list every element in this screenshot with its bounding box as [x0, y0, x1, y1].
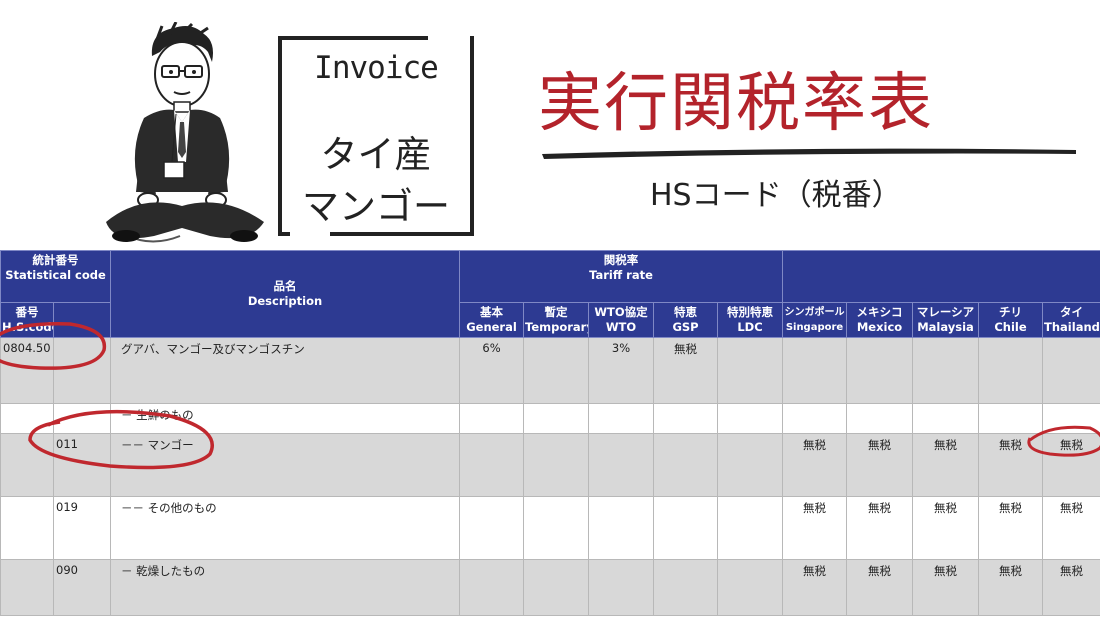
general-rate-cell	[459, 559, 525, 616]
hs-code-cell	[0, 433, 54, 497]
ldc-rate-cell	[717, 559, 784, 616]
invoice-label: Invoice	[314, 50, 439, 86]
col-wto-header: WTO協定 WTO	[588, 302, 655, 338]
ldc-rate-cell	[717, 433, 784, 497]
chile-rate-cell	[978, 337, 1044, 404]
col-general-header: 基本 General	[459, 302, 525, 338]
mexico-rate-cell	[846, 337, 914, 404]
chile-rate-cell: 無税	[978, 559, 1044, 616]
description-cell: － 生鮮のもの	[110, 403, 461, 434]
general-rate-cell	[459, 403, 525, 434]
temporary-rate-cell	[523, 433, 590, 497]
chile-rate-cell: 無税	[978, 496, 1044, 560]
malaysia-rate-cell	[912, 403, 980, 434]
description-cell: － 乾燥したもの	[110, 559, 461, 616]
wto-rate-cell	[588, 496, 655, 560]
description-header: 品名 Description	[110, 250, 461, 338]
wto-rate-cell	[588, 403, 655, 434]
col-gsp-header: 特恵 GSP	[653, 302, 719, 338]
malaysia-rate-cell: 無税	[912, 559, 980, 616]
stat-code-cell: 019	[52, 496, 112, 560]
wto-rate-cell	[588, 559, 655, 616]
stat-code-cell: 090	[52, 559, 112, 616]
singapore-rate-cell: 無税	[782, 496, 848, 560]
title-underline	[542, 148, 1076, 159]
table-row: 090 － 乾燥したもの 無税 無税 無税 無税 無税	[0, 559, 1100, 616]
stat-code-header: 統計番号 Statistical code	[0, 250, 112, 303]
invoice-origin: タイ産	[320, 133, 432, 176]
stat-sub-header	[52, 302, 112, 338]
gsp-rate-cell: 無税	[653, 337, 719, 404]
mexico-rate-cell: 無税	[846, 559, 914, 616]
general-rate-cell	[459, 496, 525, 560]
col-malaysia-header: マレーシア Malaysia	[912, 302, 980, 338]
table-row: － 生鮮のもの	[0, 403, 1100, 434]
stat-code-cell	[52, 337, 112, 404]
stat-code-cell: 011	[52, 433, 112, 497]
malaysia-rate-cell	[912, 337, 980, 404]
page-subtitle: HSコード（税番）	[650, 178, 902, 213]
ldc-rate-cell	[717, 337, 784, 404]
col-thailand-header: タイ Thailand	[1042, 302, 1100, 338]
malaysia-rate-cell: 無税	[912, 433, 980, 497]
page-title: 実行関税率表	[538, 67, 934, 141]
gsp-rate-cell	[653, 559, 719, 616]
temporary-rate-cell	[523, 496, 590, 560]
epa-header	[782, 250, 1100, 303]
chile-rate-cell: 無税	[978, 433, 1044, 497]
general-rate-cell: 6%	[459, 337, 525, 404]
table-row: 011 －－ マンゴー 無税 無税 無税 無税 無税	[0, 433, 1100, 497]
mexico-rate-cell: 無税	[846, 496, 914, 560]
thailand-rate-cell	[1042, 337, 1100, 404]
singapore-rate-cell	[782, 403, 848, 434]
col-mexico-header: メキシコ Mexico	[846, 302, 914, 338]
col-temporary-header: 暫定 Temporary	[523, 302, 590, 338]
malaysia-rate-cell: 無税	[912, 496, 980, 560]
chile-rate-cell	[978, 403, 1044, 434]
description-cell: －－ マンゴー	[110, 433, 461, 497]
hs-code-cell: 0804.50	[0, 337, 54, 404]
general-rate-cell	[459, 433, 525, 497]
thailand-rate-cell	[1042, 403, 1100, 434]
table-row: 0804.50 グアバ、マンゴー及びマンゴスチン 6% 3% 無税	[0, 337, 1100, 404]
hs-code-header: 番号H.S.code	[0, 302, 54, 338]
singapore-rate-cell	[782, 337, 848, 404]
wto-rate-cell: 3%	[588, 337, 655, 404]
gsp-rate-cell	[653, 433, 719, 497]
col-singapore-header: シンガポール Singapore	[782, 302, 848, 338]
thailand-rate-cell: 無税	[1042, 559, 1100, 616]
gsp-rate-cell	[653, 496, 719, 560]
gsp-rate-cell	[653, 403, 719, 434]
table-row: 019 －－ その他のもの 無税 無税 無税 無税 無税	[0, 496, 1100, 560]
temporary-rate-cell	[523, 403, 590, 434]
thailand-rate-cell: 無税	[1042, 433, 1100, 497]
col-chile-header: チリ Chile	[978, 302, 1044, 338]
invoice-product: マンゴー	[302, 185, 450, 228]
tariff-rate-header: 関税率 Tariff rate	[459, 250, 784, 303]
temporary-rate-cell	[523, 559, 590, 616]
description-cell: －－ その他のもの	[110, 496, 461, 560]
businessman-illustration	[106, 22, 264, 243]
hs-code-cell	[0, 496, 54, 560]
mexico-rate-cell: 無税	[846, 433, 914, 497]
ldc-rate-cell	[717, 403, 784, 434]
stat-code-cell	[52, 403, 112, 434]
tariff-table: 統計番号 Statistical code 品名 Description 関税率…	[0, 250, 1100, 616]
mexico-rate-cell	[846, 403, 914, 434]
hs-code-cell	[0, 403, 54, 434]
thailand-rate-cell: 無税	[1042, 496, 1100, 560]
description-cell: グアバ、マンゴー及びマンゴスチン	[110, 337, 461, 404]
ldc-rate-cell	[717, 496, 784, 560]
hs-code-cell	[0, 559, 54, 616]
col-ldc-header: 特別特恵 LDC	[717, 302, 784, 338]
singapore-rate-cell: 無税	[782, 559, 848, 616]
temporary-rate-cell	[523, 337, 590, 404]
wto-rate-cell	[588, 433, 655, 497]
singapore-rate-cell: 無税	[782, 433, 848, 497]
invoice-box: Invoice タイ産 マンゴー	[278, 36, 474, 236]
banner: Invoice タイ産 マンゴー 実行関税率表 HSコード（税番）	[0, 0, 1100, 250]
